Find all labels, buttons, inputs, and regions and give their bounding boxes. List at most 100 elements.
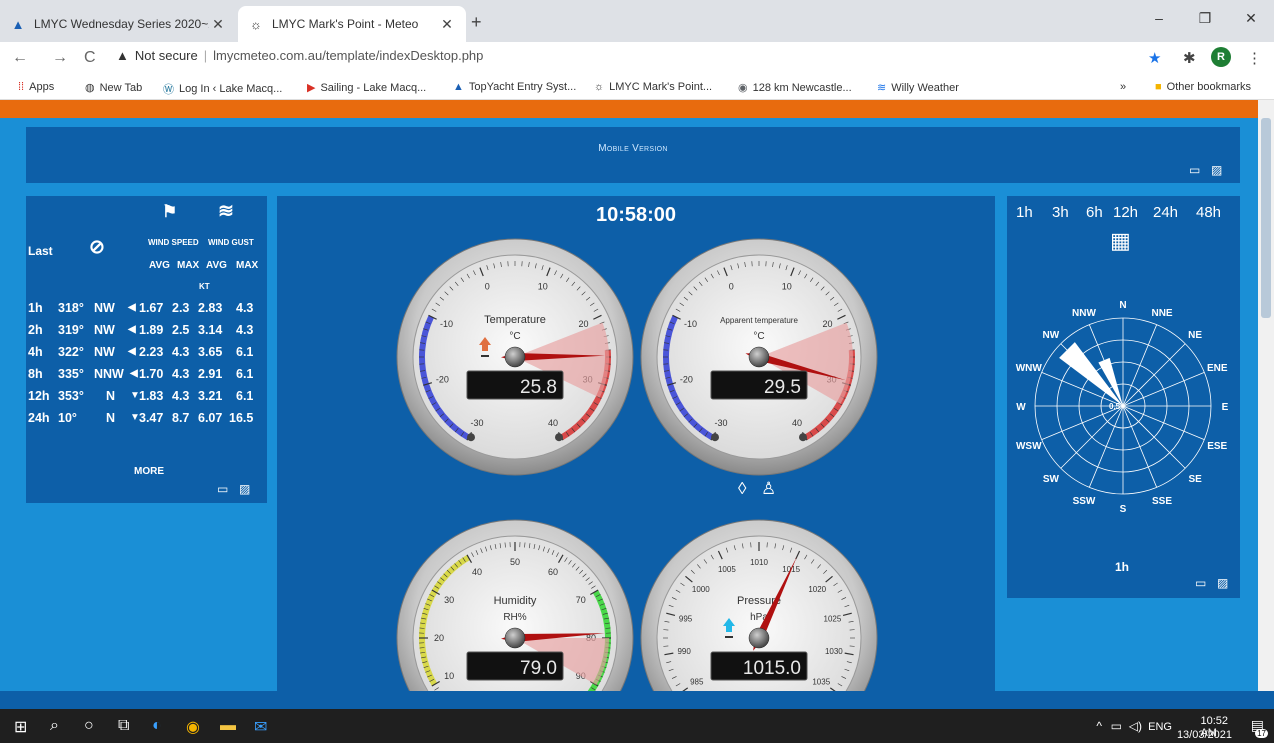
direction-cardinal: N bbox=[106, 389, 116, 403]
bookmarks-bar: ⁞⁞ Apps ◍ New Tab Ⓦ Log In ‹ Lake Macq... ▶… bbox=[0, 76, 1274, 100]
period: 4h bbox=[28, 345, 43, 359]
cortana-icon[interactable]: ○ bbox=[84, 717, 94, 735]
humidity-tick-label: 50 bbox=[510, 557, 520, 567]
file-explorer-icon[interactable]: ▬ bbox=[220, 717, 236, 735]
bookmarks-overflow[interactable]: » bbox=[1120, 81, 1126, 93]
humidity-tick-label: 60 bbox=[548, 567, 558, 577]
back-icon[interactable]: ← bbox=[12, 49, 28, 67]
pressure-tick-label: 1010 bbox=[750, 558, 768, 567]
wind-icon: ≋ bbox=[877, 82, 887, 94]
scrollbar-thumb[interactable] bbox=[1261, 118, 1271, 318]
window-controls: – ❐ ✕ bbox=[1136, 0, 1274, 36]
pressure-tick-label: 1020 bbox=[808, 585, 826, 594]
window-icon[interactable]: ▭ bbox=[1195, 576, 1206, 590]
temperature-needle-hub bbox=[504, 346, 526, 368]
restore-button[interactable]: ❐ bbox=[1182, 0, 1228, 36]
gust-max: 6.1 bbox=[236, 367, 254, 381]
window-icon[interactable]: ▭ bbox=[217, 482, 228, 496]
rose-spoke bbox=[1122, 405, 1186, 469]
search-icon[interactable]: ⌕ bbox=[50, 717, 59, 735]
period-48h[interactable]: 48h bbox=[1196, 204, 1221, 221]
bookmark-willy-weather[interactable]: ≋ Willy Weather bbox=[877, 81, 959, 95]
network-icon[interactable]: ▭ bbox=[1111, 719, 1122, 733]
direction-degrees: 335° bbox=[58, 367, 84, 381]
notification-count: 17 bbox=[1255, 729, 1268, 738]
show-hidden-icon[interactable]: ^ bbox=[1096, 719, 1102, 733]
bookmark-apps[interactable]: ⁞⁞ Apps bbox=[18, 81, 54, 93]
temperature-tick-label: -10 bbox=[440, 319, 453, 329]
period-24h[interactable]: 24h bbox=[1153, 204, 1178, 221]
direction-cardinal: NW bbox=[94, 345, 115, 359]
clock-date[interactable]: 13/03/2021 bbox=[1177, 729, 1232, 741]
wind-speed-header: Wind speed bbox=[148, 238, 199, 247]
tab-strip: ▲ LMYC Wednesday Series 2020~2 ✕ ☼ LMYC … bbox=[0, 0, 1274, 42]
window-icon[interactable]: ▭ bbox=[1189, 163, 1200, 177]
profile-avatar[interactable]: R bbox=[1211, 47, 1231, 67]
reload-icon[interactable]: C bbox=[84, 49, 96, 67]
menu-icon[interactable]: ⋮ bbox=[1247, 49, 1262, 67]
calendar-icon[interactable]: ▦ bbox=[1110, 228, 1131, 254]
windows-start-icon[interactable]: ⊞ bbox=[14, 717, 27, 737]
close-icon[interactable]: ✕ bbox=[438, 16, 456, 33]
gust-max: 6.1 bbox=[236, 345, 254, 359]
image-icon[interactable]: ▨ bbox=[239, 482, 250, 496]
speed-avg: 2.23 bbox=[139, 345, 164, 359]
gust-max: 4.3 bbox=[236, 301, 254, 315]
speed-max: 4.3 bbox=[172, 345, 190, 359]
rose-spoke bbox=[1060, 405, 1124, 469]
flag-icon: ▶ bbox=[307, 82, 316, 94]
forward-icon[interactable]: → bbox=[52, 49, 68, 67]
minimize-button[interactable]: – bbox=[1136, 0, 1182, 36]
period-1h[interactable]: 1h bbox=[1016, 204, 1033, 221]
bookmark-new-tab[interactable]: ◍ New Tab bbox=[85, 81, 142, 95]
compass-icon: ⊘ bbox=[89, 237, 105, 258]
close-icon[interactable]: ✕ bbox=[209, 16, 227, 33]
bookmark-login[interactable]: Ⓦ Log In ‹ Lake Macq... bbox=[163, 81, 282, 97]
new-tab-button[interactable]: + bbox=[471, 12, 482, 33]
gauges: -30-20-10010203040Temperature°C25.8-30-2… bbox=[396, 238, 878, 691]
security-label: Not secure bbox=[134, 48, 198, 63]
mobile-version-link[interactable]: Mobile Version bbox=[26, 143, 1240, 154]
apparent-min-peg bbox=[711, 433, 719, 442]
outlook-icon[interactable]: ✉ bbox=[254, 717, 267, 737]
url-text: lmycmeteo.com.au/template/indexDesktop.p… bbox=[213, 48, 484, 63]
pressure-tick-label: 1025 bbox=[824, 614, 842, 623]
direction-arrow-icon: ◀ bbox=[128, 324, 136, 335]
bookmark-lmyc[interactable]: ☼ LMYC Mark's Point... bbox=[594, 81, 712, 93]
period-12h[interactable]: 12h bbox=[1113, 204, 1138, 221]
image-icon[interactable]: ▨ bbox=[1217, 576, 1228, 590]
bookmark-topyacht[interactable]: ▲ TopYacht Entry Syst... bbox=[453, 81, 576, 93]
chrome-icon[interactable]: ◉ bbox=[186, 717, 200, 737]
period-6h[interactable]: 6h bbox=[1086, 204, 1103, 221]
direction-arrow-icon: ◀ bbox=[128, 302, 136, 313]
period-3h[interactable]: 3h bbox=[1052, 204, 1069, 221]
rose-spoke bbox=[1122, 343, 1186, 407]
image-icon[interactable]: ▨ bbox=[1211, 163, 1222, 177]
last-label: Last bbox=[28, 244, 53, 258]
apparent-title: Apparent temperature bbox=[720, 316, 798, 325]
other-bookmarks[interactable]: ■ Other bookmarks bbox=[1155, 81, 1251, 93]
star-icon[interactable]: ★ bbox=[1148, 49, 1161, 67]
period: 12h bbox=[28, 389, 50, 403]
volume-icon[interactable]: ◁) bbox=[1129, 719, 1142, 733]
folder-icon: ■ bbox=[1155, 81, 1162, 93]
close-window-button[interactable]: ✕ bbox=[1228, 0, 1274, 36]
bookmark-newcastle[interactable]: ◉ 128 km Newcastle... bbox=[738, 81, 852, 95]
task-view-icon[interactable]: ⧉ bbox=[118, 717, 129, 735]
bookmark-sailing[interactable]: ▶ Sailing - Lake Macq... bbox=[307, 81, 426, 95]
language-indicator[interactable]: ENG bbox=[1148, 721, 1172, 733]
tab-title: LMYC Mark's Point - Meteo bbox=[272, 17, 419, 31]
address-bar[interactable]: ▲ Not secure | lmycmeteo.com.au/template… bbox=[116, 48, 483, 63]
tab-meteo[interactable]: ☼ LMYC Mark's Point - Meteo ✕ bbox=[238, 6, 466, 42]
tab-wednesday-series[interactable]: ▲ LMYC Wednesday Series 2020~2 ✕ bbox=[0, 6, 237, 42]
edge-icon[interactable]: ◐ bbox=[152, 717, 162, 735]
rose-direction-label: WNW bbox=[1016, 363, 1043, 374]
humidity-needle-hub bbox=[504, 627, 526, 649]
rose-direction-label: ESE bbox=[1207, 441, 1227, 452]
direction-degrees: 318° bbox=[58, 301, 84, 315]
wind-rose-panel: 1h 3h 6h 12h 24h 48h ▦ 0.5 N NNE NE ENE E ESE S… bbox=[1007, 196, 1240, 598]
more-link[interactable]: MORE bbox=[134, 466, 164, 477]
apps-grid-icon: ⁞⁞ bbox=[18, 81, 25, 93]
tab-title: LMYC Wednesday Series 2020~2 bbox=[34, 17, 209, 31]
extensions-icon[interactable]: ✱ bbox=[1183, 49, 1196, 67]
